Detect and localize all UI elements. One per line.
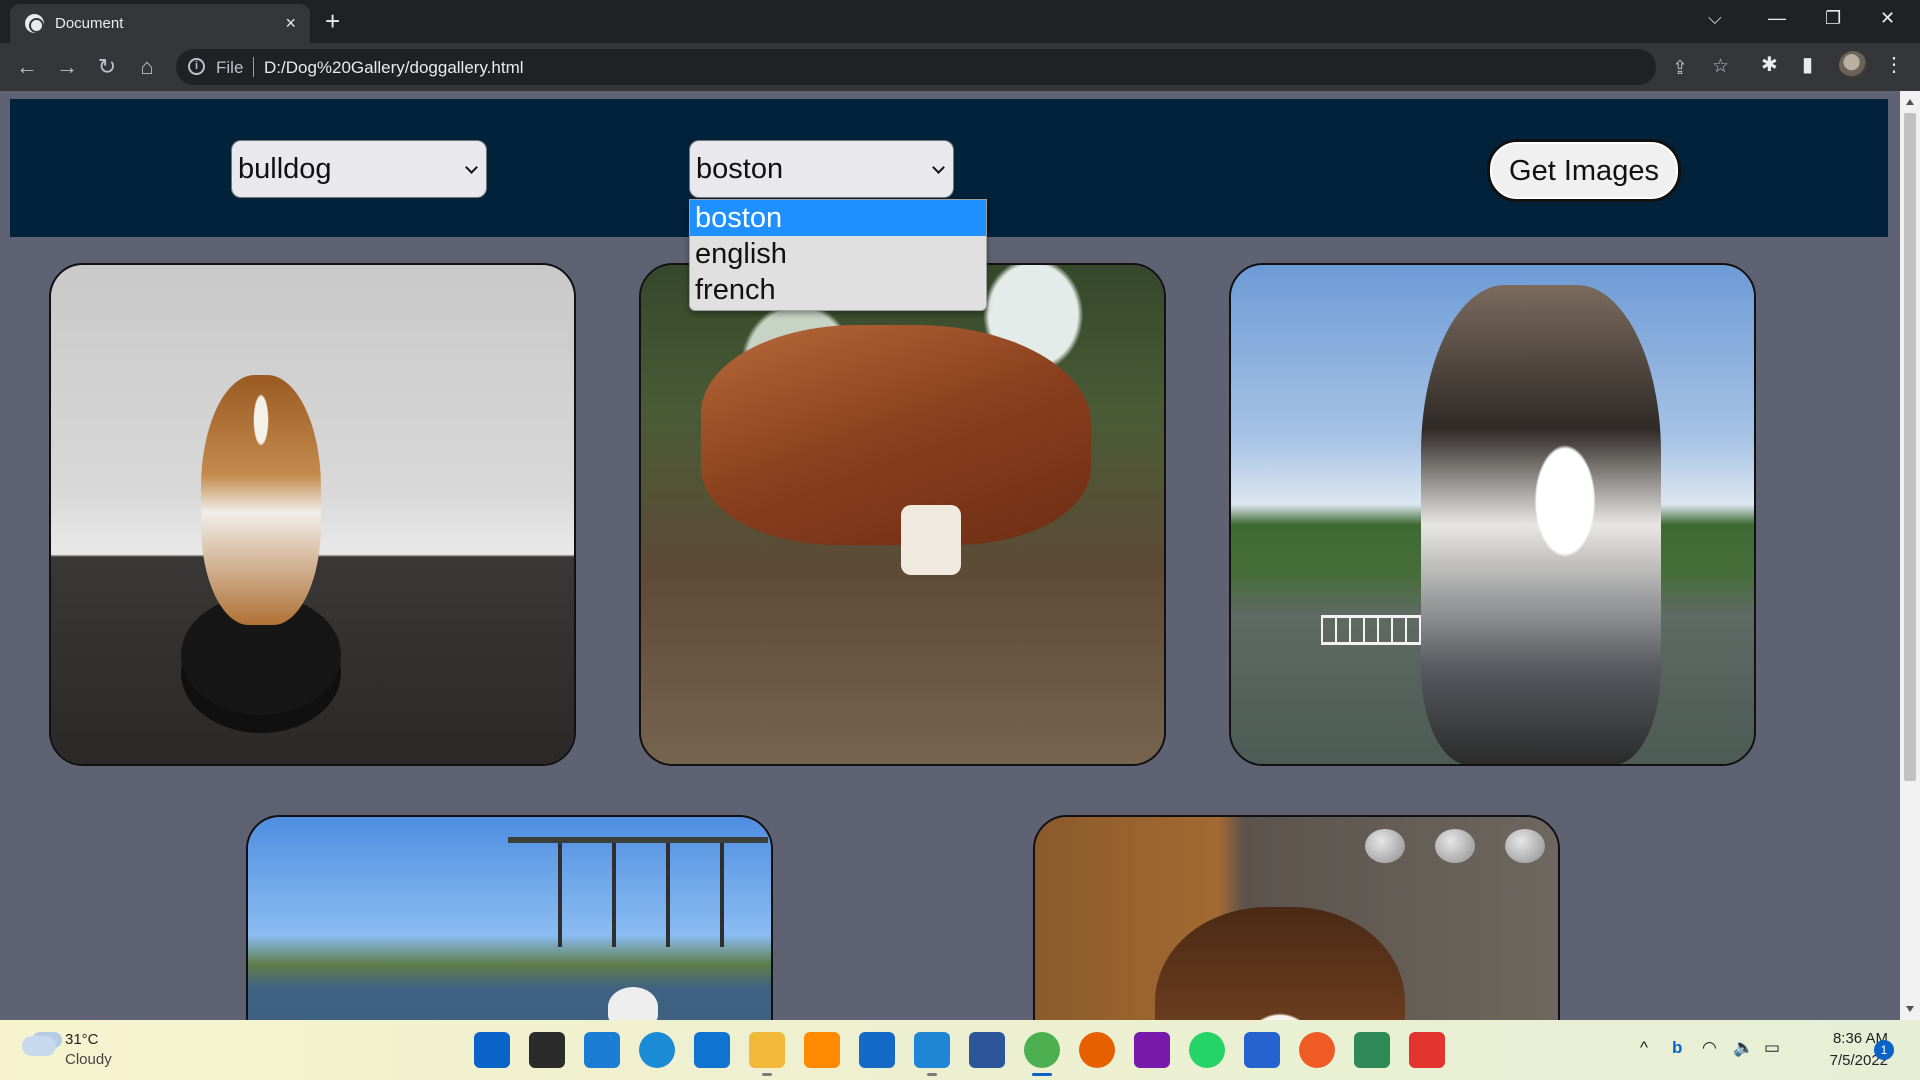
whatsapp-icon[interactable] bbox=[1189, 1032, 1225, 1068]
vscode-icon[interactable] bbox=[914, 1032, 950, 1076]
dog-figure bbox=[1155, 907, 1405, 1020]
tab-search-icon[interactable]: ⌵ bbox=[1708, 8, 1722, 29]
firefox-icon[interactable] bbox=[1079, 1032, 1115, 1068]
tray-overflow-icon[interactable]: ^ bbox=[1640, 1038, 1648, 1058]
scroll-up-arrow-icon[interactable] bbox=[1906, 99, 1914, 105]
dog-image-card bbox=[246, 815, 773, 1020]
browser-tab[interactable]: Document × bbox=[10, 4, 310, 43]
weather-condition[interactable]: Cloudy bbox=[65, 1051, 112, 1068]
stove-knob bbox=[1505, 829, 1545, 863]
chevron-down-icon bbox=[465, 161, 478, 174]
dog-image-card bbox=[1033, 815, 1560, 1020]
home-icon[interactable]: ⌂ bbox=[132, 52, 162, 82]
dog-photo bbox=[51, 265, 574, 764]
app-l-icon[interactable] bbox=[694, 1032, 730, 1068]
chrome-icon[interactable] bbox=[1024, 1032, 1060, 1076]
bookmark-star-icon[interactable]: ☆ bbox=[1712, 55, 1729, 78]
taskbar: 31°C Cloudy ^ b ◠ 🔈 ▭ 8:36 AM 7/5/2022 1 bbox=[0, 1020, 1920, 1080]
task-view-icon[interactable] bbox=[529, 1032, 565, 1068]
new-tab-button[interactable]: + bbox=[325, 6, 340, 36]
dropdown-option-french[interactable]: french bbox=[690, 272, 986, 308]
volume-icon[interactable]: 🔈 bbox=[1733, 1038, 1754, 1058]
browser-tab-bar: Document × + ⌵ — ❐ ✕ bbox=[0, 0, 1920, 43]
share-icon[interactable]: ⇪ bbox=[1672, 57, 1688, 80]
wifi-icon[interactable]: ◠ bbox=[1702, 1038, 1717, 1058]
dog-figure bbox=[201, 375, 321, 625]
forward-icon[interactable]: → bbox=[52, 52, 82, 82]
chevron-down-icon bbox=[932, 161, 945, 174]
scheme-label: File bbox=[216, 58, 244, 77]
stove-knob bbox=[1435, 829, 1475, 863]
weather-temperature[interactable]: 31°C bbox=[65, 1031, 99, 1048]
cloud-icon[interactable] bbox=[22, 1036, 56, 1056]
dog-image-card bbox=[639, 263, 1166, 766]
reload-icon[interactable]: ↻ bbox=[92, 52, 122, 82]
dog-figure bbox=[608, 987, 658, 1020]
back-icon[interactable]: ← bbox=[12, 52, 42, 82]
start-icon[interactable] bbox=[474, 1032, 510, 1068]
tab-close-icon[interactable]: × bbox=[285, 12, 296, 34]
todo-icon[interactable] bbox=[1244, 1032, 1280, 1068]
edge-icon[interactable] bbox=[639, 1032, 675, 1068]
menu-icon[interactable]: ⋮ bbox=[1884, 52, 1904, 77]
notification-badge[interactable]: 1 bbox=[1874, 1040, 1894, 1060]
postman-icon[interactable] bbox=[1299, 1032, 1335, 1068]
sub-breed-dropdown-list: boston english french bbox=[689, 199, 987, 311]
dog-image-card bbox=[1229, 263, 1756, 766]
breed-select-value: bulldog bbox=[238, 153, 332, 185]
breed-select[interactable]: bulldog bbox=[231, 140, 487, 198]
browser-toolbar: ← → ↻ ⌂ i File D:/Dog%20Gallery/doggalle… bbox=[0, 43, 1920, 91]
dog-photo bbox=[248, 817, 771, 1020]
app-green-icon[interactable] bbox=[1354, 1032, 1390, 1068]
word-icon[interactable] bbox=[969, 1032, 1005, 1068]
restore-button[interactable]: ❐ bbox=[1825, 8, 1841, 29]
desktop-icon[interactable] bbox=[584, 1032, 620, 1068]
address-separator bbox=[253, 57, 254, 77]
sub-breed-select[interactable]: boston bbox=[689, 140, 954, 198]
page-viewport: bulldog boston Get Images boston english… bbox=[0, 91, 1900, 1020]
extensions-icon[interactable]: ✱ bbox=[1761, 52, 1778, 77]
dropdown-option-boston[interactable]: boston bbox=[690, 200, 986, 236]
onenote-icon[interactable] bbox=[1134, 1032, 1170, 1068]
dog-leg bbox=[901, 505, 961, 575]
dog-photo bbox=[641, 265, 1164, 764]
tab-title: Document bbox=[55, 15, 124, 32]
minimize-button[interactable]: — bbox=[1768, 8, 1786, 29]
vertical-scrollbar[interactable] bbox=[1900, 91, 1920, 1020]
sublime-icon[interactable] bbox=[804, 1032, 840, 1068]
get-images-button[interactable]: Get Images bbox=[1487, 139, 1681, 202]
battery-icon[interactable]: ▭ bbox=[1764, 1038, 1780, 1058]
stove-knob bbox=[1365, 829, 1405, 863]
side-panel-icon[interactable]: ▮ bbox=[1802, 52, 1813, 77]
dropdown-option-english[interactable]: english bbox=[690, 236, 986, 272]
address-bar[interactable]: i File D:/Dog%20Gallery/doggallery.html … bbox=[176, 49, 1688, 85]
scroll-down-arrow-icon[interactable] bbox=[1906, 1006, 1914, 1012]
app-red-icon[interactable] bbox=[1409, 1032, 1445, 1068]
boat-dock bbox=[508, 837, 768, 947]
dog-figure bbox=[1421, 285, 1661, 764]
dog-photo bbox=[1035, 817, 1558, 1020]
url-text[interactable]: D:/Dog%20Gallery/doggallery.html bbox=[264, 58, 524, 78]
file-explorer-icon[interactable] bbox=[749, 1032, 785, 1076]
taskbar-apps bbox=[474, 1032, 1445, 1076]
site-info-icon[interactable]: i bbox=[188, 58, 205, 75]
dog-figure bbox=[701, 325, 1091, 545]
dog-image-card bbox=[49, 263, 576, 766]
profile-avatar[interactable] bbox=[1839, 51, 1867, 79]
globe-icon bbox=[25, 14, 44, 33]
dog-photo bbox=[1231, 265, 1754, 764]
mail-icon[interactable] bbox=[859, 1032, 895, 1068]
close-window-button[interactable]: ✕ bbox=[1880, 8, 1895, 29]
sub-breed-select-value: boston bbox=[696, 153, 784, 185]
scrollbar-thumb[interactable] bbox=[1904, 113, 1916, 781]
bing-icon[interactable]: b bbox=[1672, 1038, 1682, 1058]
